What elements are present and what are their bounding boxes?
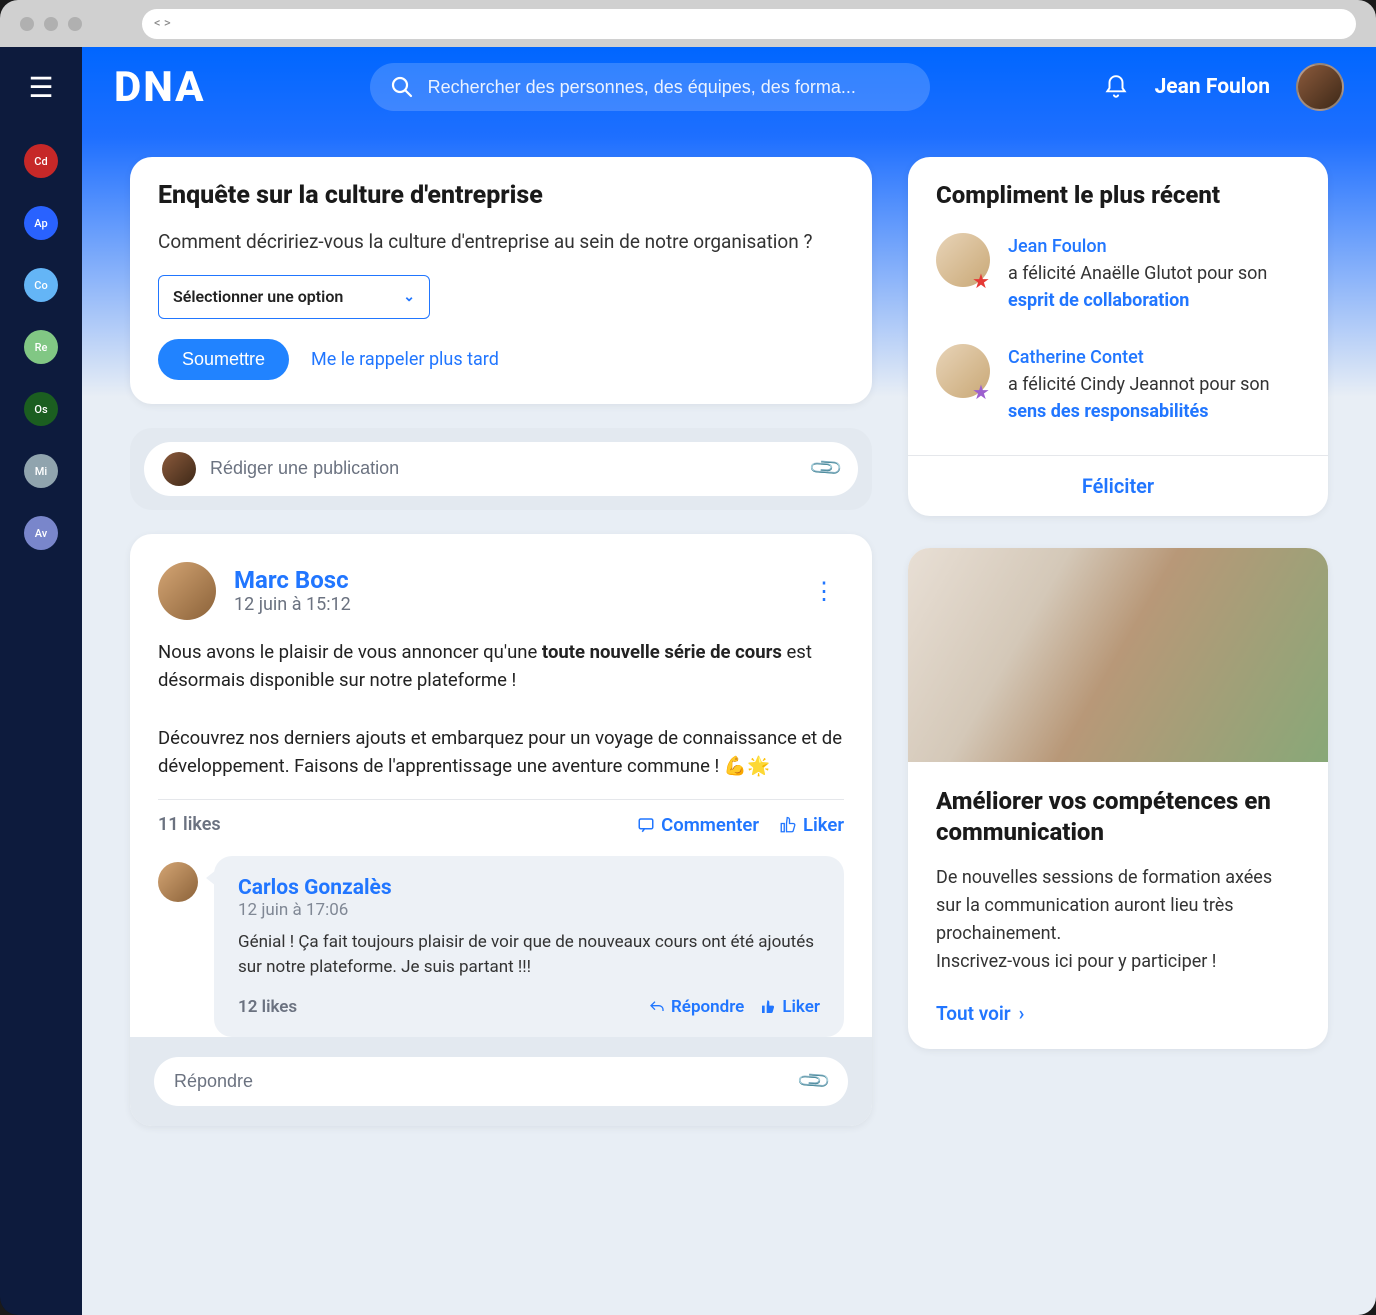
post-likes-count: 11 likes	[158, 814, 221, 835]
post-author-avatar[interactable]	[158, 562, 216, 620]
url-bar[interactable]: < >	[142, 9, 1356, 39]
left-rail: ☰ Cd Ap Co Re Os Mi Av	[0, 47, 82, 1315]
compliments-title: Compliment le plus récent	[936, 181, 1300, 209]
training-card: Améliorer vos compétences en communicati…	[908, 548, 1328, 1049]
comment-date: 12 juin à 17:06	[238, 900, 820, 920]
chevron-down-icon: ⌄	[403, 289, 415, 305]
browser-titlebar: < >	[0, 0, 1376, 47]
compose-card: 📎	[130, 428, 872, 510]
reply-input[interactable]	[174, 1071, 801, 1092]
thumbs-up-icon	[779, 816, 797, 834]
comment-icon	[637, 816, 655, 834]
chevron-right-icon: ›	[1019, 1002, 1025, 1025]
survey-select[interactable]: Sélectionner une option ⌄	[158, 275, 430, 319]
star-icon: ★	[972, 380, 994, 402]
user-avatar[interactable]	[1296, 63, 1344, 111]
traffic-light-minimize[interactable]	[44, 17, 58, 31]
comment-author-name[interactable]: Carlos Gonzalès	[238, 876, 820, 900]
star-icon: ★	[972, 269, 994, 291]
comment-like-button[interactable]: Liker	[760, 997, 820, 1017]
comment-button[interactable]: Commenter	[637, 814, 759, 836]
nav-arrows-icon: < >	[154, 16, 171, 31]
survey-question: Comment décririez-vous la culture d'entr…	[158, 228, 844, 257]
training-title: Améliorer vos compétences en communicati…	[936, 786, 1300, 848]
thumbs-up-icon	[760, 999, 776, 1015]
search-input[interactable]	[428, 77, 910, 98]
compliment-item: ★ Jean Foulon a félicité Anaëlle Glutot …	[936, 233, 1300, 314]
comment-author-avatar[interactable]	[158, 862, 198, 902]
training-description: De nouvelles sessions de formation axées…	[936, 864, 1300, 976]
traffic-light-close[interactable]	[20, 17, 34, 31]
attachment-icon[interactable]: 📎	[796, 1063, 833, 1100]
submit-button[interactable]: Soumettre	[158, 339, 289, 380]
survey-select-placeholder: Sélectionner une option	[173, 287, 343, 306]
post-card: Marc Bosc 12 juin à 15:12 ⋮ Nous avons l…	[130, 534, 872, 1126]
post-date: 12 juin à 15:12	[234, 594, 351, 615]
remind-later-link[interactable]: Me le rappeler plus tard	[311, 349, 499, 370]
rail-item-co[interactable]: Co	[24, 268, 58, 302]
reply-button[interactable]: Répondre	[649, 997, 744, 1017]
brand-logo: DNA	[114, 63, 206, 112]
traffic-light-maximize[interactable]	[68, 17, 82, 31]
comment-text: Génial ! Ça fait toujours plaisir de voi…	[238, 930, 820, 981]
compose-avatar	[162, 452, 196, 486]
rail-item-re[interactable]: Re	[24, 330, 58, 364]
training-see-all-link[interactable]: Tout voir ›	[936, 1002, 1024, 1025]
search-icon	[390, 75, 414, 99]
compliment-from[interactable]: Catherine Contet	[1008, 344, 1300, 371]
like-button[interactable]: Liker	[779, 814, 844, 836]
compliment-from[interactable]: Jean Foulon	[1008, 233, 1300, 260]
username-label: Jean Foulon	[1155, 75, 1270, 99]
comment-likes-count: 12 likes	[238, 997, 297, 1017]
reply-icon	[649, 999, 665, 1015]
comment-block: Carlos Gonzalès 12 juin à 17:06 Génial !…	[158, 856, 844, 1037]
top-header: DNA Jean Foulon	[82, 47, 1376, 127]
hamburger-menu-icon[interactable]: ☰	[28, 71, 53, 104]
post-author-name[interactable]: Marc Bosc	[234, 566, 351, 594]
attachment-icon[interactable]: 📎	[808, 450, 845, 487]
rail-item-mi[interactable]: Mi	[24, 454, 58, 488]
rail-item-os[interactable]: Os	[24, 392, 58, 426]
survey-card: Enquête sur la culture d'entreprise Comm…	[130, 157, 872, 404]
post-body: Nous avons le plaisir de vous annoncer q…	[158, 638, 844, 781]
reply-compose: 📎	[130, 1037, 872, 1126]
search-container[interactable]	[370, 63, 930, 111]
training-image	[908, 548, 1328, 762]
compliment-item: ★ Catherine Contet a félicité Cindy Jean…	[936, 344, 1300, 425]
post-menu-icon[interactable]: ⋮	[804, 573, 844, 609]
compose-input[interactable]	[210, 458, 799, 479]
rail-item-av[interactable]: Av	[24, 516, 58, 550]
bell-icon[interactable]	[1103, 74, 1129, 100]
rail-item-ap[interactable]: Ap	[24, 206, 58, 240]
compliments-card: Compliment le plus récent ★ Jean Foulon …	[908, 157, 1328, 516]
survey-title: Enquête sur la culture d'entreprise	[158, 181, 844, 210]
feliciter-button[interactable]: Féliciter	[1082, 474, 1154, 498]
rail-item-cd[interactable]: Cd	[24, 144, 58, 178]
